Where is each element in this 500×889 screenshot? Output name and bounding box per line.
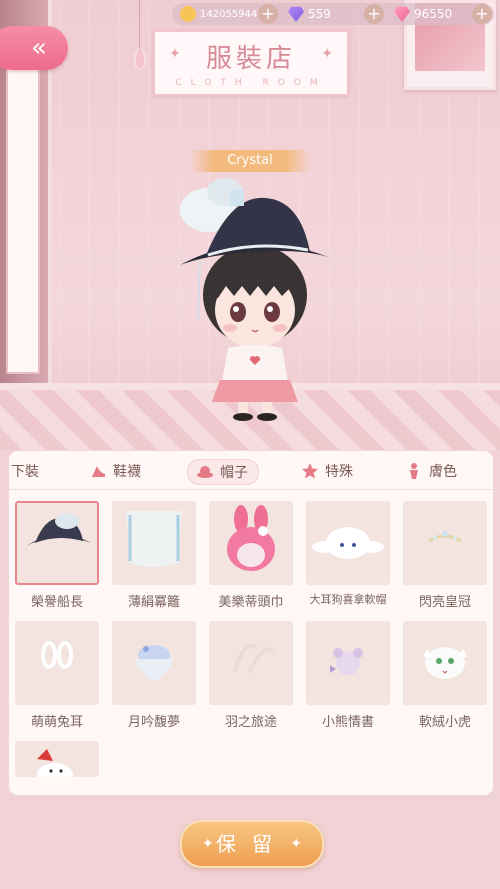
left-shoe [233, 413, 253, 421]
hat-chain [197, 259, 201, 321]
shop-subtitle: CLOTH ROOM [175, 78, 327, 88]
add-pink-gems-button[interactable]: + [472, 4, 492, 24]
melody-hood-icon [227, 505, 275, 571]
item-label: 美樂蒂頭巾 [218, 595, 284, 610]
tab-label: 膚色 [429, 464, 457, 480]
hat-crown-jewel [230, 190, 244, 206]
back-arrow-icon: « [31, 33, 47, 63]
tab-label: 鞋襪 [113, 464, 141, 480]
pink-gem-icon [394, 6, 410, 22]
item-thumbnail [15, 501, 99, 585]
item-card[interactable]: 榮譽船長 [15, 501, 99, 610]
item-thumbnail [403, 501, 487, 585]
character-nameplate: Crystal [190, 150, 310, 172]
item-card[interactable]: 月吟馥夢 [112, 621, 196, 730]
bear-love-letter-icon [330, 648, 363, 675]
item-card[interactable] [15, 741, 99, 777]
item-thumbnail [306, 621, 390, 705]
snowman-hat-icon [37, 749, 73, 777]
tab-bottoms[interactable]: 下裝 [11, 459, 39, 483]
shop-title: 服裝店 [205, 44, 296, 74]
high-heel-icon [92, 466, 105, 477]
tab-label: 下裝 [11, 464, 39, 480]
wardrobe-panel: 下裝 鞋襪 帽子 特殊 膚色 榮譽船長 薄絹冪籬 美樂蒂頭巾 大耳狗喜拿軟帽 閃… [8, 450, 494, 796]
item-card[interactable]: 小熊情書 [306, 621, 390, 730]
item-thumbnail [209, 621, 293, 705]
item-label: 月吟馥夢 [127, 715, 180, 730]
item-card[interactable]: 羽之旅途 [209, 621, 293, 730]
tiger-hat-icon [423, 647, 467, 679]
veil-hat-icon [126, 511, 182, 567]
right-shoe [257, 413, 277, 421]
category-tabs: 下裝 鞋襪 帽子 特殊 膚色 [9, 451, 493, 490]
figure-icon [410, 463, 418, 479]
item-label: 薄絹冪籬 [127, 595, 180, 610]
purple-gem-icon [288, 6, 304, 22]
purple-gem-counter: 559 [288, 3, 331, 25]
item-thumbnail [112, 501, 196, 585]
item-card[interactable]: 薄絹冪籬 [112, 501, 196, 610]
tab-skin-color[interactable]: 膚色 [405, 459, 457, 483]
pirate-hat-icon [25, 513, 91, 547]
item-card[interactable]: 軟絨小虎 [403, 621, 487, 730]
tab-label: 特殊 [325, 464, 353, 480]
pink-gem-counter: 96550 [394, 3, 452, 25]
item-label: 萌萌兔耳 [30, 715, 83, 730]
item-thumbnail [403, 621, 487, 705]
item-thumbnail [112, 621, 196, 705]
item-card[interactable]: 大耳狗喜拿軟帽 [306, 501, 390, 607]
item-card[interactable]: 萌萌兔耳 [15, 621, 99, 730]
moon-dream-hat-icon [134, 645, 174, 680]
cinnamoroll-hat-icon [312, 527, 384, 559]
crystal-ornament [132, 0, 146, 80]
item-label: 大耳狗喜拿軟帽 [309, 593, 387, 606]
add-purple-gems-button[interactable]: + [364, 4, 384, 24]
item-card[interactable]: 美樂蒂頭巾 [209, 501, 293, 610]
item-thumbnail [15, 621, 99, 705]
tab-label: 帽子 [220, 465, 248, 481]
coin-icon [180, 6, 196, 22]
save-label: 保留 [216, 832, 288, 856]
item-label: 軟絨小虎 [418, 715, 471, 730]
item-card[interactable]: 閃亮皇冠 [403, 501, 487, 610]
sparkle-icon: ✦ [290, 836, 302, 852]
star-icon [302, 463, 318, 479]
bunny-ears-icon [41, 641, 73, 669]
item-label: 閃亮皇冠 [418, 595, 471, 610]
feather-journey-icon [233, 644, 275, 674]
item-label: 羽之旅途 [224, 715, 277, 730]
currency-bar: 142055944 + 559 + 96550 + [172, 3, 494, 25]
add-coins-button[interactable]: + [258, 4, 278, 24]
tab-shoes[interactable]: 鞋襪 [89, 459, 141, 483]
coin-amount: 142055944 [200, 8, 258, 20]
skirt [212, 380, 298, 402]
character-avatar[interactable] [170, 170, 340, 425]
purple-gem-amount: 559 [308, 7, 331, 21]
right-eye [264, 302, 280, 322]
item-label: 榮譽船長 [30, 595, 83, 610]
item-thumbnail [306, 501, 390, 585]
shop-sign: ✦ ✦ 服裝店 CLOTH ROOM [153, 30, 349, 96]
hat-icon [197, 466, 213, 478]
item-thumbnail [15, 741, 99, 777]
item-thumbnail [209, 501, 293, 585]
tab-special[interactable]: 特殊 [301, 459, 353, 483]
left-eye [230, 302, 246, 322]
tiara-icon [428, 531, 462, 543]
save-button[interactable]: ✦ 保留 ✦ [180, 820, 324, 868]
item-label: 小熊情書 [321, 715, 374, 730]
tab-hats[interactable]: 帽子 [187, 459, 259, 485]
back-button[interactable]: « [0, 26, 68, 70]
pink-gem-amount: 96550 [414, 7, 453, 21]
sparkle-icon: ✦ [202, 836, 214, 852]
coin-counter: 142055944 [180, 3, 257, 25]
